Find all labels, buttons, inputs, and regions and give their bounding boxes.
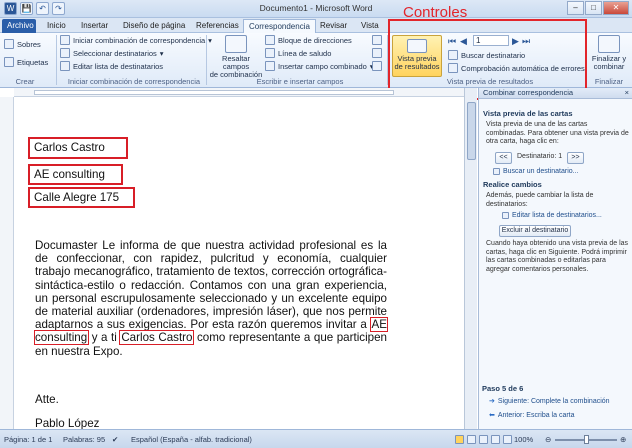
zoom-out-icon[interactable]: ⊖ (545, 435, 551, 444)
company-field[interactable]: AE consulting (28, 164, 123, 185)
tab-referencias[interactable]: Referencias (191, 19, 244, 33)
excluir-button[interactable]: Excluir al destinatario (499, 225, 571, 237)
insert-field-icon (265, 61, 275, 71)
arrow-left-icon: ⬅ (489, 412, 495, 419)
linea-saludo-button[interactable]: Línea de saludo (265, 48, 331, 58)
vertical-scrollbar[interactable] (464, 88, 477, 429)
finalizar-combinar-button[interactable]: Finalizar y combinar (588, 35, 630, 71)
arrow-right-icon: ➔ (489, 398, 495, 405)
group-label-finalizar: Finalizar (594, 77, 624, 86)
full-screen-icon[interactable] (467, 435, 476, 444)
status-bar: Página: 1 de 1 Palabras: 95 ✔ Español (E… (0, 429, 632, 448)
tab-vista[interactable]: Vista (356, 19, 384, 33)
sobres-button[interactable]: Sobres (4, 39, 41, 49)
window-title: Documento1 - Microsoft Word (259, 3, 373, 13)
tab-inicio[interactable]: Inicio (42, 19, 71, 33)
tab-diseno[interactable]: Diseño de página (118, 19, 190, 33)
address-field[interactable]: Calle Alegre 175 (28, 187, 135, 208)
address-block-icon (265, 35, 275, 45)
pane-title: Combinar correspondencia (483, 88, 574, 97)
controles-label: Controles (403, 4, 468, 21)
proofing-icon[interactable]: ✔ (112, 435, 118, 444)
finish-merge-icon (598, 35, 620, 53)
iniciar-combinacion-button[interactable]: Iniciar combinación de correspondencia ▾ (60, 35, 212, 45)
scroll-thumb[interactable] (467, 102, 476, 160)
language-indicator[interactable]: Español (España - alfab. tradicional) (131, 435, 252, 444)
zoom-in-icon[interactable]: ⊕ (620, 435, 626, 444)
body-name-field[interactable]: Carlos Castro (119, 330, 195, 346)
pane-desc-1: Vista previa de una de las cartas combin… (486, 121, 629, 146)
search-icon (493, 168, 500, 175)
view-buttons (455, 435, 512, 444)
name-field[interactable]: Carlos Castro (28, 137, 128, 159)
editar-lista-button[interactable]: Editar lista de destinatarios (60, 61, 163, 71)
next-recipient-button[interactable]: >> (567, 152, 584, 164)
bloque-direcciones-button[interactable]: Bloque de direcciones (265, 35, 352, 45)
label-icon (4, 57, 14, 67)
vertical-ruler[interactable] (0, 97, 14, 429)
close-button[interactable]: ✕ (603, 1, 629, 15)
page-indicator[interactable]: Página: 1 de 1 (4, 435, 52, 444)
pane-close-icon[interactable]: × (625, 88, 629, 98)
pane-desc-2: Además, puede cambiar la lista de destin… (486, 192, 594, 208)
rules-button[interactable] (372, 35, 382, 45)
tab-insertar[interactable]: Insertar (76, 19, 113, 33)
document-icon (60, 35, 70, 45)
step-indicator: Paso 5 de 6 (482, 384, 524, 393)
mail-merge-pane: Combinar correspondencia × Vista previa d… (478, 88, 632, 429)
section-realice-cambios: Realice cambios (483, 180, 542, 189)
edit-list-icon (60, 61, 70, 71)
buscar-link[interactable]: Buscar un destinatario... (493, 168, 579, 175)
word-count[interactable]: Palabras: 95 (63, 435, 105, 444)
pane-header: Combinar correspondencia × (479, 88, 632, 99)
editar-lista-link[interactable]: Editar lista de destinatarios... (502, 212, 602, 219)
maximize-button[interactable]: □ (585, 1, 602, 15)
group-label-crear: Crear (15, 77, 35, 86)
title-bar: W 💾 ↶ ↷ Documento1 - Microsoft Word – □ … (0, 0, 632, 18)
print-layout-icon[interactable] (455, 435, 464, 444)
rules-icon (372, 35, 382, 45)
zoom-slider-thumb[interactable] (584, 435, 589, 444)
update-labels-icon (372, 61, 382, 71)
web-layout-icon[interactable] (479, 435, 488, 444)
letter-body: Documaster Le informa de que nuestra act… (34, 239, 388, 358)
siguiente-link[interactable]: ➔ Siguiente: Complete la combinación (489, 397, 610, 406)
draft-icon[interactable] (503, 435, 512, 444)
envelope-icon (4, 39, 14, 49)
etiquetas-button[interactable]: Etiquetas (4, 57, 48, 67)
group-label-iniciar: Iniciar combinación de correspondencia (67, 77, 201, 86)
tab-correspondencia[interactable]: Correspondencia (243, 19, 316, 33)
group-label-escribir: Escribir e insertar campos (256, 77, 344, 86)
anterior-link[interactable]: ⬅ Anterior: Escriba la carta (489, 411, 575, 420)
previous-recipient-button[interactable]: << (495, 152, 512, 164)
match-fields-icon (372, 48, 382, 58)
minimize-button[interactable]: – (567, 1, 584, 15)
update-labels-button[interactable] (372, 61, 382, 71)
highlight-fields-icon (225, 35, 247, 53)
document-area[interactable]: Carlos Castro AE consulting Calle Alegre… (14, 97, 464, 429)
edit-icon (502, 212, 509, 219)
people-icon (60, 48, 70, 58)
signature-text: Pablo López (35, 417, 100, 429)
resaltar-campos-button[interactable]: Resaltar campos de combinación (208, 35, 264, 79)
seleccionar-destinatarios-button[interactable]: Seleccionar destinatarios ▾ (60, 48, 164, 58)
tab-revisar[interactable]: Revisar (315, 19, 352, 33)
insertar-campo-button[interactable]: Insertar campo combinado▾ (265, 61, 374, 71)
greeting-line-icon (265, 48, 275, 58)
match-fields-button[interactable] (372, 48, 382, 58)
pane-desc-3: Cuando haya obtenido una vista previa de… (486, 240, 629, 273)
tab-archivo[interactable]: Archivo (2, 19, 36, 33)
ruler-text-area (34, 90, 394, 95)
outline-icon[interactable] (491, 435, 500, 444)
section-vista-previa: Vista previa de las cartas (483, 109, 573, 118)
zoom-level[interactable]: 100% (514, 435, 533, 444)
closing-text: Atte. (35, 393, 59, 406)
